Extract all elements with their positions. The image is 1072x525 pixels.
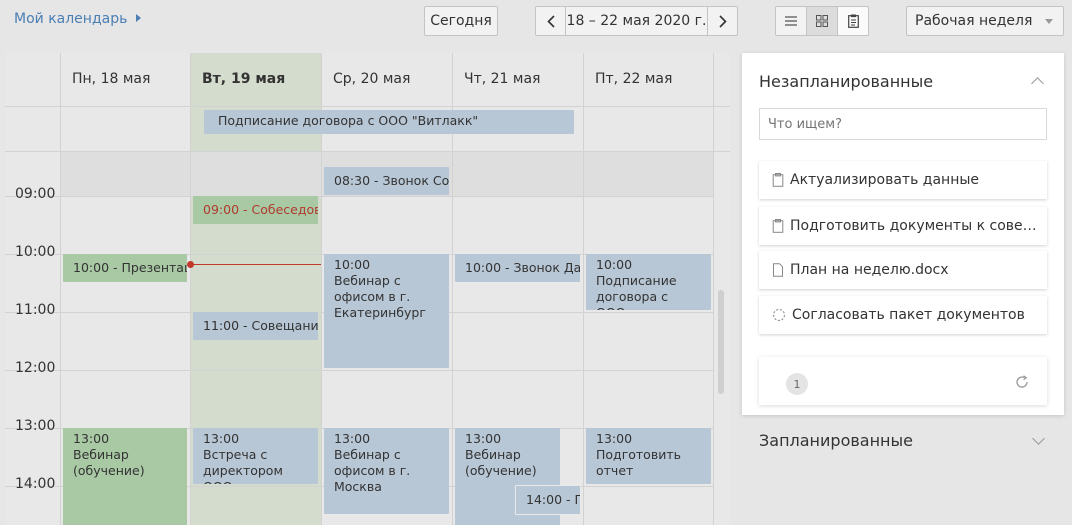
week-calendar: Пн, 18 мая Вт, 19 мая Ср, 20 мая Чт, 21 … <box>5 53 730 525</box>
calendar-event[interactable]: 10:00 - Презентация <box>63 254 187 282</box>
clipboard-icon <box>772 173 784 187</box>
chevron-right-icon <box>718 14 727 28</box>
day-header-wed[interactable]: Ср, 20 мая <box>322 53 410 106</box>
clipboard-icon <box>847 14 859 28</box>
hour-label: 09:00 <box>15 186 56 202</box>
scheduled-title[interactable]: Запланированные <box>759 431 913 450</box>
tasks-view-button[interactable] <box>837 6 869 36</box>
caret-right-icon <box>136 14 142 22</box>
today-button[interactable]: Сегодня <box>424 6 498 36</box>
task-item[interactable]: Подготовить документы к совещанию <box>759 207 1047 245</box>
calendar-scrollbar[interactable] <box>718 290 724 394</box>
day-header-thu[interactable]: Чт, 21 мая <box>453 53 540 106</box>
calendar-title-label: Мой календарь <box>14 11 128 27</box>
calendar-title[interactable]: Мой календарь <box>14 11 142 27</box>
pagination: 1 <box>759 357 1047 405</box>
calendar-event[interactable]: 14:00 - П <box>515 485 581 515</box>
calendar-event[interactable]: 10:00 Вебинар с офисом в г. Екатеринбург <box>324 254 449 368</box>
date-range-button[interactable]: 18 – 22 мая 2020 г. <box>565 6 708 36</box>
current-time-dot <box>187 261 194 268</box>
grid-line <box>5 196 714 197</box>
hour-label: 12:00 <box>15 360 56 376</box>
unscheduled-panel: Незапланированные Актуализировать данные… <box>742 53 1064 415</box>
search-input[interactable] <box>759 108 1047 140</box>
task-label: Подготовить документы к совещанию <box>790 218 1040 234</box>
hour-label: 14:00 <box>15 476 56 492</box>
all-day-event[interactable]: Подписание договора с ООО "Витлакк" <box>204 110 574 134</box>
view-mode-value: Рабочая неделя <box>915 13 1033 29</box>
chevron-down-icon <box>1045 19 1053 24</box>
chevron-up-icon[interactable] <box>1031 77 1044 90</box>
calendar-event[interactable]: 13:00 Вебинар с офисом в г. Москва <box>324 428 449 514</box>
day-header-tue[interactable]: Вт, 19 мая <box>191 53 285 106</box>
page-number[interactable]: 1 <box>786 373 808 395</box>
next-week-button[interactable] <box>707 6 738 36</box>
process-icon <box>772 308 786 322</box>
prev-week-button[interactable] <box>535 6 566 36</box>
unscheduled-title: Незапланированные <box>759 72 934 91</box>
task-label: Актуализировать данные <box>790 172 980 188</box>
chevron-down-icon[interactable] <box>1032 432 1045 445</box>
calendar-event[interactable]: 08:30 - Звонок Солнцеву <box>324 167 449 195</box>
view-mode-select[interactable]: Рабочая неделя <box>906 6 1064 36</box>
task-item[interactable]: Согласовать пакет документов <box>759 296 1047 334</box>
clipboard-icon <box>772 219 784 233</box>
list-view-button[interactable] <box>775 6 807 36</box>
grid-icon <box>816 15 828 27</box>
day-header-fri[interactable]: Пт, 22 мая <box>584 53 672 106</box>
calendar-event[interactable]: 10:00 Подписание договора с ООО <box>586 254 711 310</box>
calendar-event[interactable]: 13:00 Вебинар (обучение) <box>63 428 187 525</box>
hour-label: 11:00 <box>15 302 56 318</box>
list-icon <box>785 16 797 26</box>
calendar-event[interactable]: 09:00 - Собеседование <box>193 196 318 224</box>
hour-label: 13:00 <box>15 418 56 434</box>
grid-line <box>713 53 714 525</box>
grid-line <box>5 370 714 371</box>
task-label: План на неделю.docx <box>790 262 949 278</box>
task-item[interactable]: План на неделю.docx <box>759 251 1047 289</box>
task-label: Согласовать пакет документов <box>792 307 1025 323</box>
day-header-mon[interactable]: Пн, 18 мая <box>61 53 150 106</box>
calendar-event[interactable]: 11:00 - Совещание <box>193 312 318 340</box>
grid-line <box>190 53 191 525</box>
grid-line <box>60 53 61 525</box>
task-item[interactable]: Актуализировать данные <box>759 161 1047 199</box>
refresh-icon[interactable] <box>1015 375 1029 389</box>
chevron-left-icon <box>546 14 555 28</box>
grid-line <box>583 53 584 525</box>
grid-line <box>5 151 730 152</box>
grid-line <box>5 106 730 107</box>
grid-view-button[interactable] <box>806 6 838 36</box>
document-icon <box>773 263 783 277</box>
calendar-event[interactable]: 10:00 - Звонок Данилову <box>455 254 580 282</box>
calendar-event[interactable]: 13:00 Подготовить отчет <box>586 428 711 484</box>
hour-label: 10:00 <box>15 244 56 260</box>
current-time-line <box>191 264 321 265</box>
calendar-event[interactable]: 13:00 Встреча с директором ООО <box>193 428 318 484</box>
